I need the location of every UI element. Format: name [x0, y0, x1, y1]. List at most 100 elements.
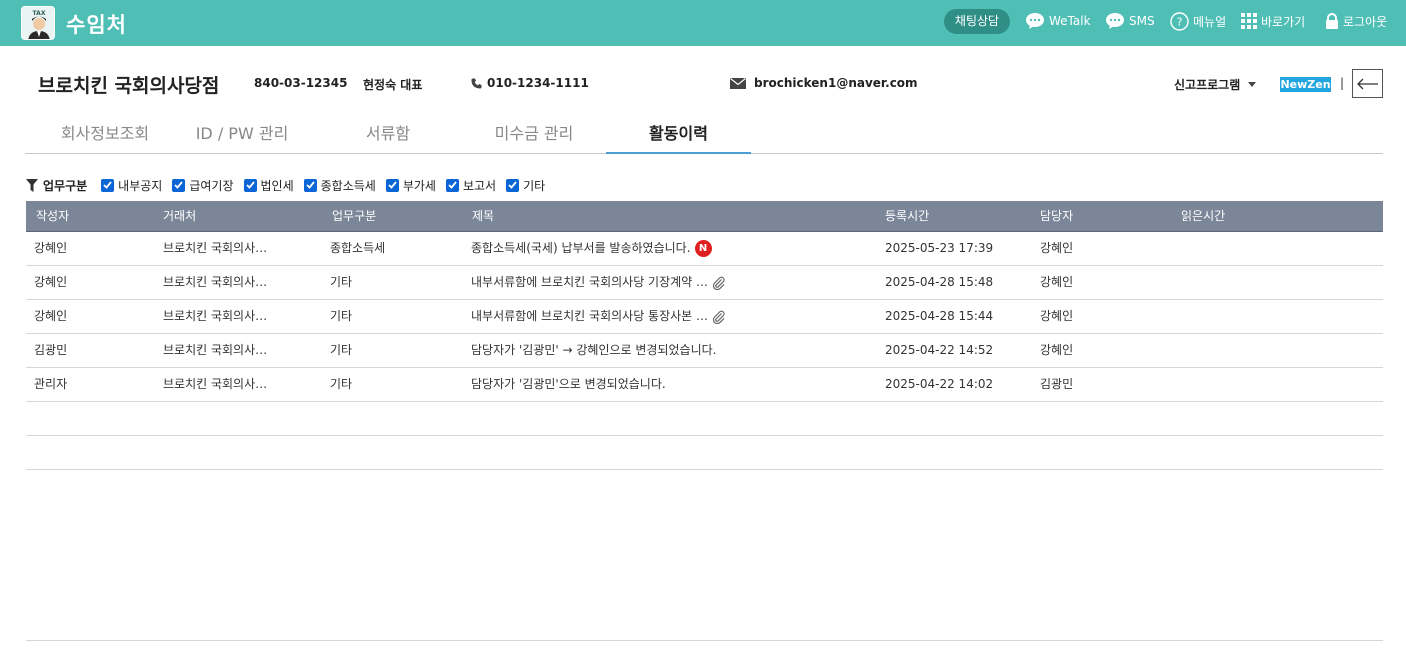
app-logo[interactable]: TAX — [21, 6, 55, 40]
logout-label: 로그아웃 — [1343, 14, 1388, 29]
cell-author: 김광민 — [34, 343, 68, 357]
tab-receivables[interactable]: 미수금 관리 — [462, 116, 606, 154]
question-circle-icon: ? — [1170, 11, 1189, 31]
cell-manager: 강혜인 — [1040, 309, 1074, 323]
wetalk-button[interactable]: WeTalk — [1025, 10, 1091, 32]
business-number: 840-03-12345 — [254, 76, 348, 90]
filter-option-label: 기타 — [523, 178, 546, 193]
tax-accountant-icon: TAX — [22, 7, 54, 39]
column-manager[interactable]: 담당자 — [1040, 201, 1073, 231]
cell-author: 강혜인 — [34, 275, 68, 289]
title-text: 담당자가 '김광민'으로 변경되었습니다. — [471, 377, 666, 391]
filter-label-text: 업무구분 — [43, 178, 88, 193]
sms-label: SMS — [1129, 14, 1155, 28]
newzen-badge[interactable]: NewZen — [1280, 77, 1331, 92]
company-name: 브로치킨 국회의사당점 — [38, 75, 220, 97]
phone-number: 010-1234-1111 — [471, 76, 589, 90]
wetalk-label: WeTalk — [1049, 14, 1091, 28]
arrow-left-icon — [1356, 78, 1378, 89]
representative: 현정숙 대표 — [363, 78, 423, 92]
cell-category: 기타 — [330, 377, 353, 391]
cell-category: 기타 — [330, 275, 353, 289]
manual-label: 메뉴얼 — [1193, 14, 1227, 29]
empty-row — [26, 402, 1383, 436]
lock-icon — [1325, 12, 1339, 30]
filter-internal-notice[interactable]: 내부공지 — [101, 177, 162, 194]
table-row[interactable]: 강혜인 브로치킨 국회의사… 종합소득세 종합소득세(국세) 납부서를 발송하였… — [26, 232, 1383, 266]
checkbox-checked-icon — [506, 178, 520, 192]
table-row[interactable]: 관리자 브로치킨 국회의사… 기타 담당자가 '김광민'으로 변경되었습니다. … — [26, 368, 1383, 402]
column-registered-time[interactable]: 등록시간 — [885, 201, 929, 231]
cell-title[interactable]: 종합소득세(국세) 납부서를 발송하였습니다. N — [471, 232, 712, 265]
title-text: 종합소득세(국세) 납부서를 발송하였습니다. — [471, 241, 691, 255]
checkbox-checked-icon — [101, 178, 115, 192]
email-address: brochicken1@naver.com — [730, 76, 918, 90]
shortcut-button[interactable]: 바로가기 — [1241, 10, 1305, 32]
tab-activity-history[interactable]: 활동이력 — [606, 116, 751, 154]
filter-payroll[interactable]: 급여기장 — [172, 177, 234, 194]
category-filter: 업무구분 내부공지 급여기장 법인세 종합소득세 부가세 보고서 기타 — [26, 176, 555, 194]
checkbox-checked-icon — [172, 178, 186, 192]
phone-icon — [471, 78, 482, 89]
paperclip-icon[interactable] — [712, 276, 726, 290]
cell-title[interactable]: 내부서류함에 브로치킨 국회의사당 통장사본 … — [471, 300, 726, 333]
cell-registered-time: 2025-04-22 14:02 — [885, 377, 994, 391]
filter-vat[interactable]: 부가세 — [385, 177, 436, 194]
filter-corporate-tax[interactable]: 법인세 — [243, 177, 294, 194]
tab-id-pw[interactable]: ID / PW 관리 — [175, 116, 309, 154]
email-text: brochicken1@naver.com — [754, 76, 918, 90]
table-row[interactable]: 김광민 브로치킨 국회의사… 기타 담당자가 '김광민' → 강혜인으로 변경되… — [26, 334, 1383, 368]
cell-manager: 강혜인 — [1040, 241, 1074, 255]
cell-client: 브로치킨 국회의사… — [163, 343, 268, 357]
filter-option-label: 보고서 — [462, 178, 497, 193]
cell-title[interactable]: 담당자가 '김광민'으로 변경되었습니다. — [471, 368, 666, 401]
cell-client: 브로치킨 국회의사… — [163, 241, 268, 255]
filter-etc[interactable]: 기타 — [506, 177, 545, 194]
tab-bar: 회사정보조회 ID / PW 관리 서류함 미수금 관리 활동이력 — [25, 116, 1383, 154]
title-text: 내부서류함에 브로치킨 국회의사당 통장사본 … — [471, 309, 709, 323]
logout-button[interactable]: 로그아웃 — [1325, 10, 1387, 32]
cell-manager: 강혜인 — [1040, 343, 1074, 357]
cell-title[interactable]: 내부서류함에 브로치킨 국회의사당 기장계약 … — [471, 266, 726, 299]
filter-option-label: 급여기장 — [189, 178, 234, 193]
filter-label: 업무구분 — [26, 177, 87, 194]
cell-client: 브로치킨 국회의사… — [163, 377, 268, 391]
checkbox-checked-icon — [243, 178, 257, 192]
tab-documents[interactable]: 서류함 — [316, 116, 460, 154]
column-title[interactable]: 제목 — [472, 201, 494, 231]
new-badge: N — [694, 240, 712, 257]
checkbox-checked-icon — [385, 178, 399, 192]
report-program-select[interactable]: 신고프로그램 — [1174, 76, 1257, 93]
shortcut-label: 바로가기 — [1261, 14, 1306, 29]
top-bar: TAX 수임처 채팅상담 WeTalk SMS ? 메뉴얼 바로가기 로그아웃 — [0, 0, 1406, 46]
filter-option-label: 내부공지 — [118, 178, 163, 193]
column-category[interactable]: 업무구분 — [332, 201, 376, 231]
table-row[interactable]: 강혜인 브로치킨 국회의사… 기타 내부서류함에 브로치킨 국회의사당 기장계약… — [26, 266, 1383, 300]
cell-registered-time: 2025-05-23 17:39 — [885, 241, 994, 255]
manual-button[interactable]: ? 메뉴얼 — [1170, 10, 1226, 32]
svg-text:?: ? — [1177, 15, 1183, 28]
cell-manager: 강혜인 — [1040, 275, 1074, 289]
cell-client: 브로치킨 국회의사… — [163, 309, 268, 323]
checkbox-checked-icon — [445, 178, 459, 192]
filter-report[interactable]: 보고서 — [445, 177, 497, 194]
phone-text: 010-1234-1111 — [487, 76, 589, 90]
report-program-label: 신고프로그램 — [1174, 78, 1241, 92]
table-header: 작성자 거래처 업무구분 제목 등록시간 담당자 읽은시간 — [26, 201, 1383, 232]
title-text: 담당자가 '김광민' → 강혜인으로 변경되었습니다. — [471, 343, 717, 357]
sms-button[interactable]: SMS — [1105, 10, 1155, 32]
filter-income-tax[interactable]: 종합소득세 — [303, 177, 376, 194]
paperclip-icon[interactable] — [712, 310, 726, 324]
column-author[interactable]: 작성자 — [36, 201, 69, 231]
chat-consult-button[interactable]: 채팅상담 — [944, 9, 1010, 34]
cell-title[interactable]: 담당자가 '김광민' → 강혜인으로 변경되었습니다. — [471, 334, 717, 367]
column-read-time[interactable]: 읽은시간 — [1181, 201, 1225, 231]
grid-icon — [1241, 13, 1257, 29]
funnel-icon — [26, 178, 38, 192]
table-row[interactable]: 강혜인 브로치킨 국회의사… 기타 내부서류함에 브로치킨 국회의사당 통장사본… — [26, 300, 1383, 334]
cell-category: 종합소득세 — [330, 241, 386, 255]
filter-option-label: 법인세 — [260, 178, 294, 193]
tab-company-info[interactable]: 회사정보조회 — [35, 116, 175, 154]
column-client[interactable]: 거래처 — [163, 201, 196, 231]
back-button[interactable] — [1352, 69, 1383, 98]
